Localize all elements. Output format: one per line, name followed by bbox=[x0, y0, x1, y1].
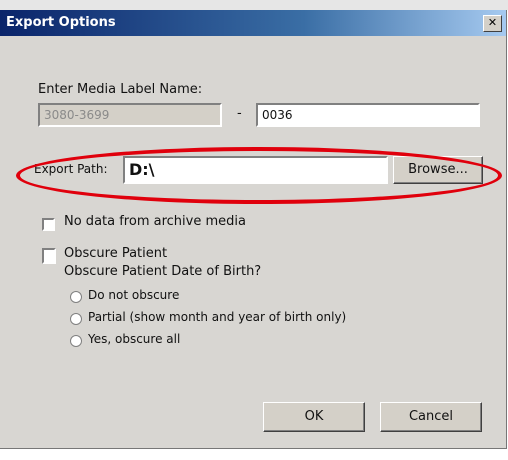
media-label-caption: Enter Media Label Name: bbox=[38, 82, 203, 97]
obscure-patient-label: Obscure Patient bbox=[64, 246, 168, 261]
dob-option-partial: Partial (show month and year of birth on… bbox=[88, 310, 347, 324]
media-label-suffix-field[interactable]: 0036 bbox=[256, 103, 480, 127]
media-label-separator: - bbox=[237, 106, 242, 121]
no-archive-checkbox[interactable] bbox=[42, 218, 55, 231]
dob-option-do-not-obscure: Do not obscure bbox=[88, 288, 180, 302]
export-options-dialog: Export Options ✕ Enter Media Label Name:… bbox=[0, 10, 507, 449]
title-bar[interactable]: Export Options ✕ bbox=[0, 10, 506, 36]
close-icon: ✕ bbox=[487, 16, 498, 29]
obscure-dob-question: Obscure Patient Date of Birth? bbox=[64, 264, 262, 279]
obscure-patient-checkbox[interactable] bbox=[42, 248, 56, 264]
dob-radio-yes-obscure-all[interactable] bbox=[70, 335, 82, 347]
media-label-prefix-field: 3080-3699 bbox=[38, 103, 222, 127]
dob-radio-partial[interactable] bbox=[70, 313, 82, 325]
no-archive-label: No data from archive media bbox=[64, 214, 246, 229]
dialog-title: Export Options bbox=[6, 15, 116, 30]
background-window-strip bbox=[0, 0, 508, 10]
close-button[interactable]: ✕ bbox=[483, 15, 502, 32]
cancel-button[interactable]: Cancel bbox=[380, 402, 482, 432]
export-path-field[interactable]: D:\ bbox=[123, 156, 388, 184]
dob-radio-do-not-obscure[interactable] bbox=[70, 291, 82, 303]
ok-button[interactable]: OK bbox=[263, 402, 365, 432]
browse-button[interactable]: Browse... bbox=[393, 156, 483, 184]
dob-option-yes-obscure-all: Yes, obscure all bbox=[88, 332, 181, 346]
export-path-label: Export Path: bbox=[34, 162, 108, 176]
